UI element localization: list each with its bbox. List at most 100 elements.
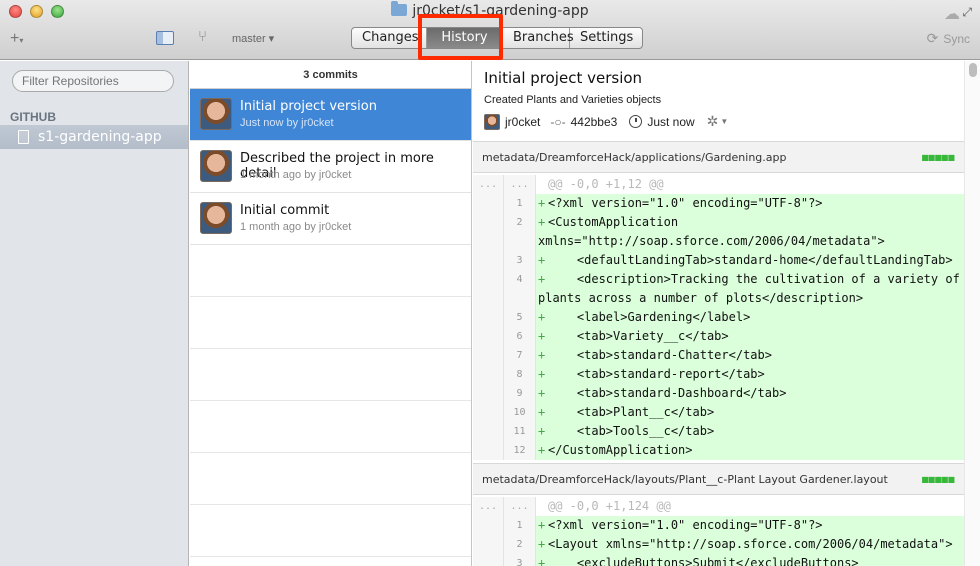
sidebar: GITHUB s1-gardening-app bbox=[0, 61, 189, 566]
old-line-number bbox=[473, 327, 504, 346]
diffstat-icon: ■■■■■ bbox=[921, 153, 955, 162]
old-line-number bbox=[473, 213, 504, 251]
commit-detail-title: Initial project version bbox=[484, 69, 643, 87]
old-line-number bbox=[473, 441, 504, 460]
diff-code: + <excludeButtons>Submit</excludeButtons… bbox=[536, 554, 964, 566]
diff-text: <label>Gardening</label> bbox=[548, 310, 751, 324]
old-line-number bbox=[473, 251, 504, 270]
new-line-number: 6 bbox=[504, 327, 536, 346]
diff-text: <Layout xmlns="http://soap.sforce.com/20… bbox=[548, 537, 953, 551]
scrollbar-thumb[interactable] bbox=[969, 63, 977, 77]
diff-line: 3 + <defaultLandingTab>standard-home</def… bbox=[473, 251, 964, 270]
empty-row bbox=[190, 349, 471, 401]
plus-icon: + bbox=[538, 405, 546, 419]
empty-row bbox=[190, 505, 471, 557]
diff-code: + <description>Tracking the cultivation … bbox=[536, 270, 964, 308]
tab-history[interactable]: History bbox=[427, 28, 503, 48]
window-title-text: jr0cket/s1-gardening-app bbox=[412, 3, 589, 19]
filter-repositories-input[interactable] bbox=[12, 70, 174, 92]
branch-selector[interactable]: master ▾ bbox=[232, 32, 274, 45]
old-line-number bbox=[473, 422, 504, 441]
diff-block: ... ... @@ -0,0 +1,124 @@ 1 + <?xml versio… bbox=[473, 497, 964, 566]
add-repository-icon[interactable]: +▾ bbox=[10, 30, 23, 48]
diff-code: + <label>Gardening</label> bbox=[536, 308, 964, 327]
commit-detail: Initial project version Created Plants a… bbox=[473, 61, 980, 566]
diff-code: + <tab>Plant__c</tab> bbox=[536, 403, 964, 422]
diff-line: 3 + <excludeButtons>Submit</excludeButton… bbox=[473, 554, 964, 566]
plus-icon: + bbox=[538, 386, 546, 400]
hunk-header: ... ... @@ -0,0 +1,124 @@ bbox=[473, 497, 964, 516]
tab-branches[interactable]: Branches bbox=[503, 28, 574, 48]
commit-title: Initial commit bbox=[240, 203, 330, 218]
plus-icon: + bbox=[538, 253, 546, 267]
commit-meta: Just now by jr0cket bbox=[240, 117, 334, 129]
window-title: jr0cket/s1-gardening-app bbox=[0, 1, 980, 19]
tab-settings[interactable]: Settings bbox=[570, 28, 642, 48]
diff-line: 1 + <?xml version="1.0" encoding="UTF-8"?> bbox=[473, 516, 964, 535]
old-line-number bbox=[473, 516, 504, 535]
diff-line: 2 + <CustomApplication xmlns="http://soap.… bbox=[473, 213, 964, 251]
commit-sha[interactable]: 442bbe3 bbox=[571, 115, 618, 129]
commit-count: 3 commits bbox=[190, 61, 471, 89]
avatar bbox=[200, 150, 232, 182]
diff-text: <tab>Variety__c</tab> bbox=[548, 329, 729, 343]
old-line-number bbox=[473, 270, 504, 308]
old-line-number: ... bbox=[473, 175, 504, 194]
sync-icon: ⟳ bbox=[926, 30, 939, 46]
new-line-number: 9 bbox=[504, 384, 536, 403]
commit-meta-bar: jr0cket -○- 442bbe3 Just now ✲ ▼ bbox=[484, 113, 728, 130]
commit-icon: -○- bbox=[550, 114, 566, 129]
commit-description: Created Plants and Varieties objects bbox=[484, 94, 662, 106]
diff-line: 6 + <tab>Variety__c</tab> bbox=[473, 327, 964, 346]
avatar bbox=[200, 202, 232, 234]
diff-text: <tab>Plant__c</tab> bbox=[548, 405, 715, 419]
empty-row bbox=[190, 245, 471, 297]
old-line-number bbox=[473, 554, 504, 566]
plus-icon: + bbox=[538, 518, 546, 532]
toggle-sidebar-icon[interactable] bbox=[156, 31, 174, 45]
new-line-number: ... bbox=[504, 175, 536, 194]
empty-row bbox=[190, 401, 471, 453]
diff-text: </CustomApplication> bbox=[548, 443, 693, 457]
file-path: metadata/DreamforceHack/applications/Gar… bbox=[482, 151, 787, 164]
new-line-number: 3 bbox=[504, 251, 536, 270]
sidebar-item-repo[interactable]: s1-gardening-app bbox=[0, 125, 188, 149]
branch-icon[interactable]: ⑂ bbox=[198, 28, 207, 45]
chevron-down-icon[interactable]: ▼ bbox=[720, 117, 728, 126]
commit-row[interactable]: Initial commit 1 month ago by jr0cket bbox=[190, 193, 471, 245]
commit-author: jr0cket bbox=[505, 114, 541, 129]
diff-line: 10 + <tab>Plant__c</tab> bbox=[473, 403, 964, 422]
diff-line: 12 + </CustomApplication> bbox=[473, 441, 964, 460]
tab-changes[interactable]: Changes bbox=[352, 28, 427, 48]
scrollbar[interactable] bbox=[964, 61, 980, 566]
hunk-text: @@ -0,0 +1,124 @@ bbox=[536, 497, 964, 516]
old-line-number: ... bbox=[473, 497, 504, 516]
hunk-text: @@ -0,0 +1,12 @@ bbox=[536, 175, 964, 194]
new-line-number: 8 bbox=[504, 365, 536, 384]
plus-icon: + bbox=[538, 348, 546, 362]
commit-row[interactable]: Initial project version Just now by jr0c… bbox=[190, 89, 471, 141]
sidebar-heading: GITHUB bbox=[10, 110, 56, 124]
fullscreen-icon[interactable]: ⤢ bbox=[962, 5, 972, 20]
file-header[interactable]: metadata/DreamforceHack/layouts/Plant__c… bbox=[473, 463, 964, 495]
plus-icon: + bbox=[538, 367, 546, 381]
plus-icon: + bbox=[538, 424, 546, 438]
plus-icon: + bbox=[538, 556, 546, 566]
diff-line: 9 + <tab>standard-Dashboard</tab> bbox=[473, 384, 964, 403]
commit-title: Initial project version bbox=[240, 99, 377, 114]
diff-block: ... ... @@ -0,0 +1,12 @@ 1 + <?xml version… bbox=[473, 175, 964, 460]
diff-code: + <tab>Tools__c</tab> bbox=[536, 422, 964, 441]
repository-icon bbox=[18, 130, 29, 144]
plus-icon: + bbox=[538, 215, 546, 229]
diff-text: <?xml version="1.0" encoding="UTF-8"?> bbox=[548, 196, 823, 210]
old-line-number bbox=[473, 535, 504, 554]
new-line-number: 10 bbox=[504, 403, 536, 422]
file-header[interactable]: metadata/DreamforceHack/applications/Gar… bbox=[473, 141, 964, 173]
plus-icon: + bbox=[538, 196, 546, 210]
commit-meta: 1 month ago by jr0cket bbox=[240, 169, 352, 181]
old-line-number bbox=[473, 346, 504, 365]
plus-icon: + bbox=[538, 272, 546, 286]
sync-button[interactable]: ⟳ Sync bbox=[927, 30, 970, 47]
gear-icon[interactable]: ✲ bbox=[707, 113, 719, 130]
commit-row[interactable]: Described the project in more detail 1 m… bbox=[190, 141, 471, 193]
